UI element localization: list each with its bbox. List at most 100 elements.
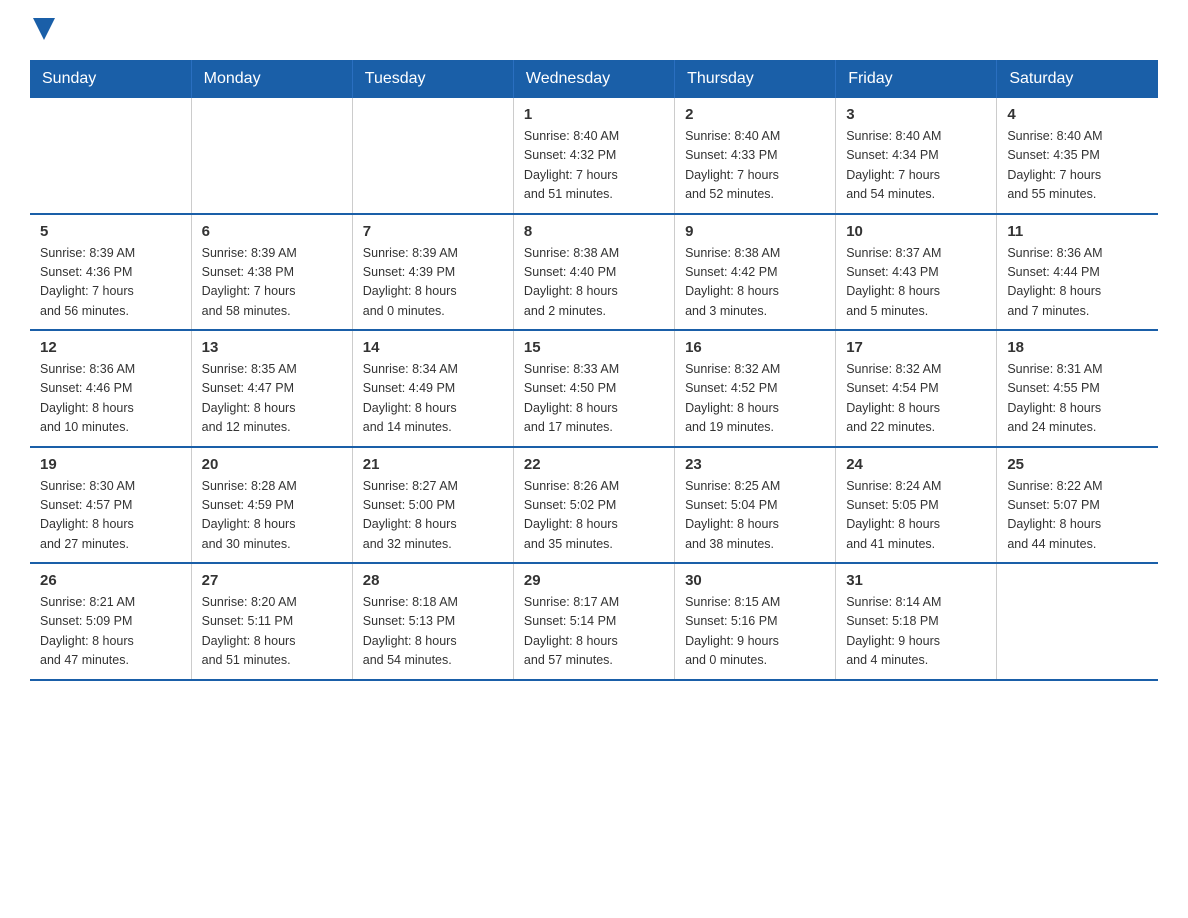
calendar-cell: 10 Sunrise: 8:37 AM Sunset: 4:43 PM Dayli… bbox=[836, 214, 997, 331]
day-number: 18 bbox=[1007, 339, 1148, 356]
calendar-cell: 3 Sunrise: 8:40 AM Sunset: 4:34 PM Daylig… bbox=[836, 98, 997, 214]
day-number: 4 bbox=[1007, 106, 1148, 123]
calendar-cell bbox=[352, 98, 513, 214]
day-info: Sunrise: 8:14 AM Sunset: 5:18 PM Dayligh… bbox=[846, 593, 986, 671]
day-info: Sunrise: 8:39 AM Sunset: 4:38 PM Dayligh… bbox=[202, 244, 342, 322]
day-number: 11 bbox=[1007, 223, 1148, 240]
day-number: 9 bbox=[685, 223, 825, 240]
day-info: Sunrise: 8:37 AM Sunset: 4:43 PM Dayligh… bbox=[846, 244, 986, 322]
calendar-cell: 13Sunrise: 8:35 AM Sunset: 4:47 PM Dayli… bbox=[191, 330, 352, 447]
calendar-cell: 23Sunrise: 8:25 AM Sunset: 5:04 PM Dayli… bbox=[675, 447, 836, 564]
day-number: 10 bbox=[846, 223, 986, 240]
calendar-cell: 31 Sunrise: 8:14 AM Sunset: 5:18 PM Dayli… bbox=[836, 563, 997, 680]
weekday-header-row: SundayMondayTuesdayWednesdayThursdayFrid… bbox=[30, 60, 1158, 98]
weekday-header-friday: Friday bbox=[836, 60, 997, 98]
logo-triangle-icon bbox=[33, 18, 55, 40]
day-info: Sunrise: 8:25 AM Sunset: 5:04 PM Dayligh… bbox=[685, 477, 825, 555]
day-info: Sunrise: 8:33 AM Sunset: 4:50 PM Dayligh… bbox=[524, 360, 664, 438]
weekday-header-saturday: Saturday bbox=[997, 60, 1158, 98]
day-number: 24 bbox=[846, 456, 986, 473]
day-number: 6 bbox=[202, 223, 342, 240]
day-info: Sunrise: 8:32 AM Sunset: 4:54 PM Dayligh… bbox=[846, 360, 986, 438]
day-number: 29 bbox=[524, 572, 664, 589]
calendar-cell: 12Sunrise: 8:36 AM Sunset: 4:46 PM Dayli… bbox=[30, 330, 191, 447]
day-number: 12 bbox=[40, 339, 181, 356]
day-info: Sunrise: 8:28 AM Sunset: 4:59 PM Dayligh… bbox=[202, 477, 342, 555]
calendar-cell: 27 Sunrise: 8:20 AM Sunset: 5:11 PM Dayli… bbox=[191, 563, 352, 680]
day-info: Sunrise: 8:35 AM Sunset: 4:47 PM Dayligh… bbox=[202, 360, 342, 438]
calendar-cell: 5 Sunrise: 8:39 AM Sunset: 4:36 PM Daylig… bbox=[30, 214, 191, 331]
day-info: Sunrise: 8:26 AM Sunset: 5:02 PM Dayligh… bbox=[524, 477, 664, 555]
day-number: 28 bbox=[363, 572, 503, 589]
logo bbox=[30, 20, 55, 40]
weekday-header-sunday: Sunday bbox=[30, 60, 191, 98]
calendar-week-row: 1 Sunrise: 8:40 AM Sunset: 4:32 PM Daylig… bbox=[30, 98, 1158, 214]
day-info: Sunrise: 8:31 AM Sunset: 4:55 PM Dayligh… bbox=[1007, 360, 1148, 438]
day-number: 27 bbox=[202, 572, 342, 589]
day-info: Sunrise: 8:18 AM Sunset: 5:13 PM Dayligh… bbox=[363, 593, 503, 671]
day-info: Sunrise: 8:21 AM Sunset: 5:09 PM Dayligh… bbox=[40, 593, 181, 671]
calendar-cell: 24 Sunrise: 8:24 AM Sunset: 5:05 PM Dayli… bbox=[836, 447, 997, 564]
calendar-cell: 11 Sunrise: 8:36 AM Sunset: 4:44 PM Dayli… bbox=[997, 214, 1158, 331]
calendar-cell: 28 Sunrise: 8:18 AM Sunset: 5:13 PM Dayli… bbox=[352, 563, 513, 680]
day-number: 22 bbox=[524, 456, 664, 473]
calendar-cell: 15 Sunrise: 8:33 AM Sunset: 4:50 PM Dayli… bbox=[513, 330, 674, 447]
day-info: Sunrise: 8:30 AM Sunset: 4:57 PM Dayligh… bbox=[40, 477, 181, 555]
day-number: 31 bbox=[846, 572, 986, 589]
calendar-cell: 2 Sunrise: 8:40 AM Sunset: 4:33 PM Daylig… bbox=[675, 98, 836, 214]
calendar-table: SundayMondayTuesdayWednesdayThursdayFrid… bbox=[30, 60, 1158, 681]
day-number: 14 bbox=[363, 339, 503, 356]
calendar-cell: 14Sunrise: 8:34 AM Sunset: 4:49 PM Dayli… bbox=[352, 330, 513, 447]
day-number: 15 bbox=[524, 339, 664, 356]
day-number: 25 bbox=[1007, 456, 1148, 473]
calendar-cell: 18 Sunrise: 8:31 AM Sunset: 4:55 PM Dayli… bbox=[997, 330, 1158, 447]
day-info: Sunrise: 8:36 AM Sunset: 4:44 PM Dayligh… bbox=[1007, 244, 1148, 322]
day-number: 26 bbox=[40, 572, 181, 589]
weekday-header-monday: Monday bbox=[191, 60, 352, 98]
day-number: 30 bbox=[685, 572, 825, 589]
day-info: Sunrise: 8:40 AM Sunset: 4:35 PM Dayligh… bbox=[1007, 127, 1148, 205]
calendar-cell: 7 Sunrise: 8:39 AM Sunset: 4:39 PM Daylig… bbox=[352, 214, 513, 331]
day-info: Sunrise: 8:17 AM Sunset: 5:14 PM Dayligh… bbox=[524, 593, 664, 671]
calendar-cell: 20Sunrise: 8:28 AM Sunset: 4:59 PM Dayli… bbox=[191, 447, 352, 564]
calendar-cell: 22 Sunrise: 8:26 AM Sunset: 5:02 PM Dayli… bbox=[513, 447, 674, 564]
calendar-cell: 16Sunrise: 8:32 AM Sunset: 4:52 PM Dayli… bbox=[675, 330, 836, 447]
calendar-cell bbox=[191, 98, 352, 214]
day-number: 5 bbox=[40, 223, 181, 240]
day-info: Sunrise: 8:40 AM Sunset: 4:34 PM Dayligh… bbox=[846, 127, 986, 205]
day-info: Sunrise: 8:40 AM Sunset: 4:32 PM Dayligh… bbox=[524, 127, 664, 205]
calendar-cell: 30Sunrise: 8:15 AM Sunset: 5:16 PM Dayli… bbox=[675, 563, 836, 680]
calendar-week-row: 5 Sunrise: 8:39 AM Sunset: 4:36 PM Daylig… bbox=[30, 214, 1158, 331]
calendar-cell: 1 Sunrise: 8:40 AM Sunset: 4:32 PM Daylig… bbox=[513, 98, 674, 214]
calendar-cell: 19 Sunrise: 8:30 AM Sunset: 4:57 PM Dayli… bbox=[30, 447, 191, 564]
calendar-cell: 29 Sunrise: 8:17 AM Sunset: 5:14 PM Dayli… bbox=[513, 563, 674, 680]
calendar-week-row: 19 Sunrise: 8:30 AM Sunset: 4:57 PM Dayli… bbox=[30, 447, 1158, 564]
day-info: Sunrise: 8:40 AM Sunset: 4:33 PM Dayligh… bbox=[685, 127, 825, 205]
day-number: 2 bbox=[685, 106, 825, 123]
weekday-header-thursday: Thursday bbox=[675, 60, 836, 98]
calendar-cell: 21Sunrise: 8:27 AM Sunset: 5:00 PM Dayli… bbox=[352, 447, 513, 564]
calendar-cell: 8 Sunrise: 8:38 AM Sunset: 4:40 PM Daylig… bbox=[513, 214, 674, 331]
day-number: 17 bbox=[846, 339, 986, 356]
day-number: 19 bbox=[40, 456, 181, 473]
day-info: Sunrise: 8:20 AM Sunset: 5:11 PM Dayligh… bbox=[202, 593, 342, 671]
calendar-cell: 25 Sunrise: 8:22 AM Sunset: 5:07 PM Dayli… bbox=[997, 447, 1158, 564]
day-number: 1 bbox=[524, 106, 664, 123]
day-number: 21 bbox=[363, 456, 503, 473]
day-info: Sunrise: 8:38 AM Sunset: 4:42 PM Dayligh… bbox=[685, 244, 825, 322]
day-number: 16 bbox=[685, 339, 825, 356]
calendar-cell bbox=[30, 98, 191, 214]
day-info: Sunrise: 8:24 AM Sunset: 5:05 PM Dayligh… bbox=[846, 477, 986, 555]
day-info: Sunrise: 8:39 AM Sunset: 4:36 PM Dayligh… bbox=[40, 244, 181, 322]
day-info: Sunrise: 8:22 AM Sunset: 5:07 PM Dayligh… bbox=[1007, 477, 1148, 555]
day-number: 8 bbox=[524, 223, 664, 240]
weekday-header-wednesday: Wednesday bbox=[513, 60, 674, 98]
day-info: Sunrise: 8:39 AM Sunset: 4:39 PM Dayligh… bbox=[363, 244, 503, 322]
day-number: 3 bbox=[846, 106, 986, 123]
page-header bbox=[30, 20, 1158, 40]
calendar-cell: 4 Sunrise: 8:40 AM Sunset: 4:35 PM Daylig… bbox=[997, 98, 1158, 214]
calendar-cell: 26 Sunrise: 8:21 AM Sunset: 5:09 PM Dayli… bbox=[30, 563, 191, 680]
weekday-header-tuesday: Tuesday bbox=[352, 60, 513, 98]
day-info: Sunrise: 8:38 AM Sunset: 4:40 PM Dayligh… bbox=[524, 244, 664, 322]
day-number: 7 bbox=[363, 223, 503, 240]
